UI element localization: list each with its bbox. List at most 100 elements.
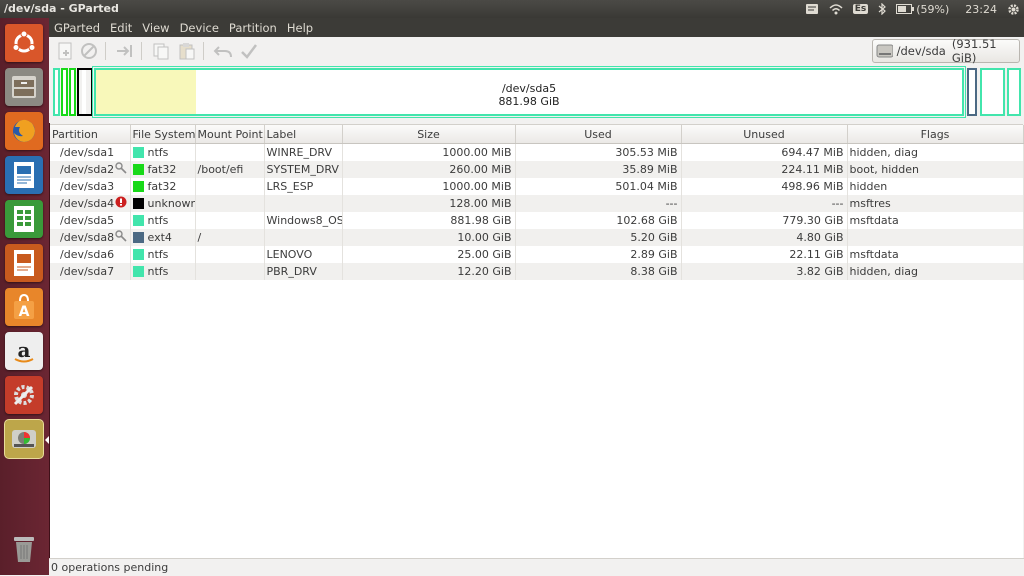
column-header-used[interactable]: Used bbox=[515, 125, 682, 144]
cell-partition: /dev/sda5 bbox=[50, 212, 131, 229]
undo-arrow-icon bbox=[213, 46, 232, 58]
cell-partition: /dev/sda3 bbox=[50, 178, 131, 195]
cell-used: 305.53 MiB bbox=[515, 143, 682, 161]
cell-used: 2.89 GiB bbox=[515, 246, 682, 263]
ubuntu-logo-icon bbox=[12, 30, 36, 53]
filesystem-name: fat32 bbox=[147, 180, 177, 193]
column-header-unused[interactable]: Unused bbox=[681, 125, 848, 144]
graph-selected-size: 881.98 GiB bbox=[498, 95, 560, 108]
resize-move-button[interactable] bbox=[115, 41, 135, 61]
clock[interactable]: 23:24 bbox=[965, 3, 997, 16]
apply-button[interactable] bbox=[239, 41, 259, 61]
partition-name: /dev/sda5 bbox=[60, 214, 115, 227]
table-row[interactable]: /dev/sda2 fat32/boot/efi SYSTEM_DRV 260.00 … bbox=[50, 161, 1024, 178]
new-partition-button[interactable] bbox=[55, 41, 75, 61]
amazon-icon: a bbox=[14, 338, 34, 363]
device-name: /dev/sda bbox=[896, 44, 946, 58]
menu-help[interactable]: Help bbox=[282, 21, 318, 35]
table-row[interactable]: /dev/sda3 fat32 LRS_ESP 1000.00 MiB 501.04 M… bbox=[50, 178, 1024, 195]
launcher-system-settings[interactable] bbox=[5, 376, 43, 414]
svg-text:A: A bbox=[19, 304, 30, 320]
cell-mountpoint bbox=[195, 246, 265, 263]
table-row[interactable]: /dev/sda4 unknown 128.00 MiB --- --- msftres bbox=[50, 195, 1024, 212]
notes-icon[interactable] bbox=[805, 3, 819, 15]
launcher-trash[interactable] bbox=[5, 530, 43, 568]
filesystem-color-swatch bbox=[132, 249, 144, 260]
unity-launcher: A a bbox=[0, 18, 50, 575]
copy-button[interactable] bbox=[151, 41, 171, 61]
graph-partition-sda4[interactable] bbox=[77, 68, 93, 116]
launcher-impress[interactable] bbox=[5, 244, 43, 282]
presentation-icon bbox=[14, 250, 34, 276]
menu-edit[interactable]: Edit bbox=[105, 21, 137, 35]
cell-size: 128.00 MiB bbox=[342, 195, 516, 212]
cell-partition: /dev/sda8 bbox=[50, 229, 131, 246]
column-header-label[interactable]: Label bbox=[264, 125, 343, 144]
cell-unused: --- bbox=[681, 195, 848, 212]
cell-unused: 4.80 GiB bbox=[681, 229, 848, 246]
launcher-firefox[interactable] bbox=[5, 112, 43, 150]
menu-gparted[interactable]: GParted bbox=[49, 21, 105, 35]
column-header-size[interactable]: Size bbox=[342, 125, 516, 144]
wifi-icon[interactable] bbox=[829, 3, 843, 15]
cell-used: 501.04 MiB bbox=[515, 178, 682, 195]
launcher-amazon[interactable]: a bbox=[5, 332, 43, 370]
cell-label: LENOVO bbox=[264, 246, 343, 263]
table-row[interactable]: /dev/sda7 ntfs PBR_DRV 12.20 GiB 8.38 GiB 3.8… bbox=[50, 263, 1024, 280]
cell-unused: 498.96 MiB bbox=[681, 178, 848, 195]
battery-indicator[interactable]: (59%) bbox=[896, 3, 949, 16]
menu-device[interactable]: Device bbox=[175, 21, 224, 35]
battery-percent: (59%) bbox=[916, 2, 950, 16]
undo-button[interactable] bbox=[213, 41, 233, 61]
filesystem-color-swatch bbox=[132, 232, 144, 243]
hard-disk-icon bbox=[12, 430, 36, 448]
filesystem-color-swatch bbox=[132, 266, 144, 277]
filesystem-name: ntfs bbox=[147, 146, 169, 159]
launcher-gparted[interactable] bbox=[5, 420, 43, 458]
launcher-calc[interactable] bbox=[5, 200, 43, 238]
launcher-writer[interactable] bbox=[5, 156, 43, 194]
cell-size: 25.00 GiB bbox=[342, 246, 516, 263]
graph-partition-sda8[interactable] bbox=[967, 68, 977, 116]
launcher-files[interactable] bbox=[5, 68, 43, 106]
keyboard-layout-indicator[interactable]: Es bbox=[852, 4, 869, 14]
cell-unused: 224.11 MiB bbox=[681, 161, 848, 178]
graph-partition-sda1[interactable] bbox=[53, 68, 60, 116]
table-row[interactable]: /dev/sda6 ntfs LENOVO 25.00 GiB 2.89 GiB 22.1… bbox=[50, 246, 1024, 263]
table-row[interactable]: /dev/sda8 ext4 / 10.00 GiB 5.20 GiB 4.80 GiB bbox=[50, 229, 1024, 246]
column-header-mountpoint[interactable]: Mount Point bbox=[195, 125, 265, 144]
cell-mountpoint bbox=[195, 178, 265, 195]
table-row[interactable]: /dev/sda5 ntfs Windows8_OS 881.98 GiB 102.68… bbox=[50, 212, 1024, 229]
column-header-filesystem[interactable]: File System bbox=[130, 125, 196, 144]
graph-partition-sda6[interactable] bbox=[980, 68, 1005, 116]
column-header-flags[interactable]: Flags bbox=[847, 125, 1024, 144]
device-selector-dropdown[interactable]: /dev/sda (931.51 GiB) bbox=[872, 37, 1020, 65]
ubuntu-dash-button[interactable] bbox=[5, 24, 43, 62]
cell-flags: msftdata bbox=[847, 212, 1024, 229]
toolbar-separator bbox=[141, 42, 142, 60]
cell-partition: /dev/sda4 bbox=[50, 195, 131, 212]
paste-button[interactable] bbox=[177, 41, 197, 61]
toolbar: /dev/sda (931.51 GiB) bbox=[49, 37, 1024, 66]
cell-size: 1000.00 MiB bbox=[342, 143, 516, 161]
cell-flags bbox=[847, 229, 1024, 246]
cell-used: --- bbox=[515, 195, 682, 212]
graph-partition-sda2[interactable] bbox=[61, 68, 68, 116]
delete-partition-button[interactable] bbox=[79, 41, 99, 61]
cell-mountpoint bbox=[195, 212, 265, 229]
filesystem-name: ntfs bbox=[147, 248, 169, 261]
graph-partition-sda3[interactable] bbox=[69, 68, 76, 116]
column-header-partition[interactable]: Partition bbox=[50, 125, 131, 144]
menu-view[interactable]: View bbox=[137, 21, 174, 35]
launcher-software-center[interactable]: A bbox=[5, 288, 43, 326]
settings-gear-icon[interactable] bbox=[1007, 3, 1020, 16]
graph-partition-sda5-selected[interactable]: /dev/sda5 881.98 GiB bbox=[92, 66, 966, 118]
bluetooth-icon[interactable] bbox=[878, 3, 887, 15]
cell-mountpoint bbox=[195, 143, 265, 161]
menu-partition[interactable]: Partition bbox=[224, 21, 282, 35]
filesystem-name: ntfs bbox=[147, 214, 169, 227]
new-document-icon bbox=[58, 42, 72, 60]
table-row[interactable]: /dev/sda1 ntfs WINRE_DRV 1000.00 MiB 305.53 … bbox=[50, 143, 1024, 161]
graph-partition-sda7[interactable] bbox=[1007, 68, 1021, 116]
cell-used: 8.38 GiB bbox=[515, 263, 682, 280]
